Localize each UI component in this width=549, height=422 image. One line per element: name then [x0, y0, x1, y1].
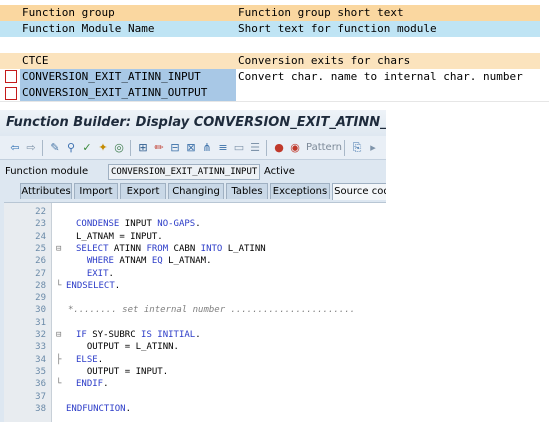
function-module-field[interactable]: CONVERSION_EXIT_ATINN_INPUT — [108, 164, 260, 180]
tab-exceptions[interactable]: Exceptions — [270, 183, 330, 199]
line-number: 28 — [35, 280, 46, 291]
fold-marker-icon[interactable]: ├ — [56, 354, 61, 366]
function-module-text: Convert char. name to internal char. num… — [238, 70, 523, 83]
fold-marker-icon[interactable]: ⊟ — [56, 243, 61, 255]
more-icon[interactable]: ▸ — [366, 141, 380, 155]
select-checkbox[interactable] — [5, 70, 17, 83]
pretty-printer-icon[interactable]: ☰ — [248, 141, 262, 155]
pattern-button[interactable]: Pattern — [306, 141, 342, 155]
code-line[interactable]: OUTPUT = INPUT. — [76, 366, 168, 378]
line-number: 38 — [35, 403, 46, 414]
fold-marker-icon[interactable]: ⊟ — [56, 329, 61, 341]
code-line[interactable]: *........ set internal number ..........… — [68, 304, 355, 316]
function-group-row[interactable]: CTCE Conversion exits for chars — [0, 53, 540, 69]
edit-pencil-icon[interactable]: ✏ — [152, 141, 166, 155]
column-header-function-short-text: Short text for function module — [238, 22, 437, 35]
window-icon[interactable]: ▭ — [232, 141, 246, 155]
hierarchy-icon[interactable]: ⊟ — [168, 141, 182, 155]
tab-export[interactable]: Export — [120, 183, 166, 199]
line-number: 37 — [35, 391, 46, 402]
column-header-function-module-name: Function Module Name — [22, 22, 155, 35]
function-builder-window: Function Builder: Display CONVERSION_EXI… — [0, 110, 386, 422]
list-header-row-2: Function Module Name Short text for func… — [0, 21, 540, 37]
column-header-group-short-text: Function group short text — [238, 6, 404, 19]
code-line[interactable]: IF SY-SUBRC IS INITIAL. — [76, 329, 201, 341]
tab-tables[interactable]: Tables — [226, 183, 268, 199]
function-module-name[interactable]: CONVERSION_EXIT_ATINN_OUTPUT — [22, 85, 207, 101]
code-line[interactable]: ENDFUNCTION. — [66, 403, 131, 415]
select-checkbox[interactable] — [5, 87, 17, 100]
code-line[interactable]: ELSE. — [76, 354, 103, 366]
where-used-icon[interactable]: ⊞ — [136, 141, 150, 155]
column-header-function-group: Function group — [22, 6, 115, 19]
activate-icon[interactable]: ✦ — [96, 141, 110, 155]
function-group-name: CTCE — [22, 54, 49, 67]
toolbar-separator — [130, 140, 131, 156]
code-line[interactable]: ENDSELECT. — [66, 280, 120, 292]
code-line[interactable]: OUTPUT = L_ATINN. — [76, 341, 179, 353]
line-number: 22 — [35, 207, 46, 217]
other-object-icon[interactable]: ⚲ — [64, 141, 78, 155]
line-number: 29 — [35, 293, 46, 304]
tab-attributes[interactable]: Attributes — [20, 183, 72, 199]
line-number: 24 — [35, 231, 46, 242]
toolbar: ⇦ ⇨ ✎ ⚲ ✓ ✦ ◎ ⊞ ✏ ⊟ ⊠ ⋔ ≡ ▭ ☰ ● ◉ Patter… — [0, 136, 386, 160]
fold-marker-icon[interactable]: └ — [56, 280, 61, 292]
tab-changing[interactable]: Changing — [168, 183, 224, 199]
line-number: 35 — [35, 366, 46, 377]
window-title: Function Builder: Display CONVERSION_EXI… — [0, 110, 386, 136]
breakpoint-icon[interactable]: ● — [272, 141, 286, 155]
tree-icon[interactable]: ⋔ — [200, 141, 214, 155]
line-number: 32 — [35, 330, 46, 340]
code-line[interactable]: L_ATNAM = INPUT. — [76, 231, 163, 243]
check-icon[interactable]: ✓ — [80, 141, 94, 155]
test-icon[interactable]: ◎ — [112, 141, 126, 155]
line-number: 34 — [35, 354, 46, 365]
display-change-icon[interactable]: ✎ — [48, 141, 62, 155]
line-number: 25 — [35, 243, 46, 254]
tab-strip: Attributes Import Export Changing Tables… — [0, 183, 386, 200]
list-item[interactable]: CONVERSION_EXIT_ATINN_INPUT Convert char… — [0, 69, 549, 85]
toolbar-separator — [344, 140, 345, 156]
code-line[interactable]: CONDENSE INPUT NO-GAPS. — [76, 218, 201, 230]
source-code-editor[interactable]: 22 23 CONDENSE INPUT NO-GAPS. 24 L_ATNAM = I… — [4, 202, 386, 422]
code-line[interactable]: EXIT. — [76, 268, 114, 280]
function-group-text: Conversion exits for chars — [238, 54, 411, 67]
code-line[interactable]: WHERE ATNAM EQ L_ATNAM. — [76, 255, 212, 267]
list-header-row-1: Function group Function group short text — [0, 5, 540, 21]
modify-icon[interactable]: ⎘ — [350, 141, 364, 155]
watchpoint-icon[interactable]: ◉ — [288, 141, 302, 155]
object-list-icon[interactable]: ⊠ — [184, 141, 198, 155]
back-arrow-icon[interactable]: ⇦ — [8, 141, 22, 155]
line-number: 27 — [35, 268, 46, 279]
toolbar-separator — [42, 140, 43, 156]
status-label: Active — [264, 166, 295, 177]
function-module-label: Function module — [5, 166, 89, 177]
list-item[interactable]: CONVERSION_EXIT_ATINN_OUTPUT — [0, 85, 549, 101]
function-module-name[interactable]: CONVERSION_EXIT_ATINN_INPUT — [22, 69, 201, 85]
line-number: 36 — [35, 379, 46, 390]
divider — [0, 101, 549, 102]
line-number: 26 — [35, 256, 46, 267]
forward-arrow-icon[interactable]: ⇨ — [24, 141, 38, 155]
tab-import[interactable]: Import — [74, 183, 118, 199]
code-line[interactable]: SELECT ATINN FROM CABN INTO L_ATINN — [76, 243, 266, 255]
line-number: 30 — [35, 305, 46, 316]
tab-source-code[interactable]: Source code — [332, 183, 386, 200]
function-module-row: Function module CONVERSION_EXIT_ATINN_IN… — [0, 164, 386, 180]
navigation-icon[interactable]: ≡ — [216, 141, 230, 155]
line-number: 31 — [35, 317, 46, 328]
toolbar-separator — [266, 140, 267, 156]
fold-marker-icon[interactable]: └ — [56, 378, 61, 390]
line-number: 33 — [35, 342, 46, 353]
line-number: 23 — [35, 219, 46, 230]
code-line[interactable]: ENDIF. — [76, 378, 109, 390]
